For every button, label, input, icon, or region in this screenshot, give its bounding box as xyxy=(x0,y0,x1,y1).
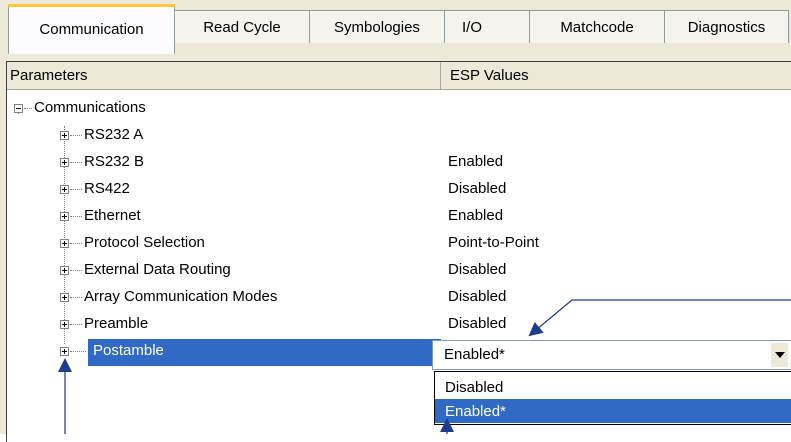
tree-item-value: Enabled xyxy=(448,207,504,224)
tab-diagnostics[interactable]: Diagnostics xyxy=(664,10,789,43)
expand-icon[interactable] xyxy=(60,131,69,140)
collapse-icon[interactable] xyxy=(14,104,23,113)
selected-item-highlight[interactable]: Postamble xyxy=(88,339,441,366)
tree-item-label: Postamble xyxy=(93,342,164,359)
communication-panel: Parameters ESP Values Communications RS2… xyxy=(0,53,791,442)
expand-icon[interactable] xyxy=(60,239,69,248)
tree-item-protocol-selection[interactable]: Protocol Selection Point-to-Point xyxy=(7,231,791,258)
tree-item-label: Array Communication Modes xyxy=(84,288,278,305)
value-dropdown[interactable]: Enabled* xyxy=(432,340,791,370)
tree-item-label: RS422 xyxy=(84,180,130,197)
expand-icon[interactable] xyxy=(60,212,69,221)
tab-symbologies[interactable]: Symbologies xyxy=(309,10,445,43)
tree-item-label: Protocol Selection xyxy=(84,234,205,251)
dropdown-option-disabled[interactable]: Disabled xyxy=(435,375,791,399)
expand-icon[interactable] xyxy=(60,158,69,167)
tree-root-communications[interactable]: Communications xyxy=(7,96,791,123)
tree-item-value: Disabled xyxy=(448,261,507,278)
expand-icon[interactable] xyxy=(60,266,69,275)
tree-item-value: Disabled xyxy=(448,288,507,305)
tab-matchcode[interactable]: Matchcode xyxy=(529,10,665,43)
tab-communication[interactable]: Communication xyxy=(8,4,175,54)
tree-item-external-data-routing[interactable]: External Data Routing Disabled xyxy=(7,258,791,285)
expand-icon[interactable] xyxy=(60,293,69,302)
tree-item-rs232-b[interactable]: RS232 B Enabled xyxy=(7,150,791,177)
tree-item-rs232-a[interactable]: RS232 A xyxy=(7,123,791,150)
tree-item-label: External Data Routing xyxy=(84,261,231,278)
tree-item-value: Disabled xyxy=(448,315,507,332)
dropdown-current-value: Enabled* xyxy=(444,346,505,363)
expand-icon[interactable] xyxy=(60,347,69,356)
tree-item-value: Disabled xyxy=(448,180,507,197)
dropdown-option-enabled[interactable]: Enabled* xyxy=(435,399,791,423)
column-header-esp-values[interactable]: ESP Values xyxy=(441,62,791,90)
tab-bar: Communication Read Cycle Symbologies I/O… xyxy=(0,0,791,54)
tree-item-preamble[interactable]: Preamble Disabled xyxy=(7,312,791,339)
tree-item-rs422[interactable]: RS422 Disabled xyxy=(7,177,791,204)
tree-item-value: Point-to-Point xyxy=(448,234,539,251)
tab-read-cycle[interactable]: Read Cycle xyxy=(174,10,310,43)
tree-item-value: Enabled xyxy=(448,153,504,170)
tree-item-label: Ethernet xyxy=(84,207,141,224)
tree-item-label: RS232 A xyxy=(84,126,144,143)
dropdown-options-list: Disabled Enabled* xyxy=(434,371,791,425)
chevron-down-icon[interactable] xyxy=(770,343,788,367)
tree-item-array-communication-modes[interactable]: Array Communication Modes Disabled xyxy=(7,285,791,312)
tab-io[interactable]: I/O xyxy=(444,10,530,43)
column-header-parameters[interactable]: Parameters xyxy=(7,62,441,90)
tree-root-label: Communications xyxy=(34,99,146,116)
expand-icon[interactable] xyxy=(60,185,69,194)
tree-item-label: Preamble xyxy=(84,315,149,332)
tree-item-label: RS232 B xyxy=(84,153,145,170)
tree-item-ethernet[interactable]: Ethernet Enabled xyxy=(7,204,791,231)
expand-icon[interactable] xyxy=(60,320,69,329)
